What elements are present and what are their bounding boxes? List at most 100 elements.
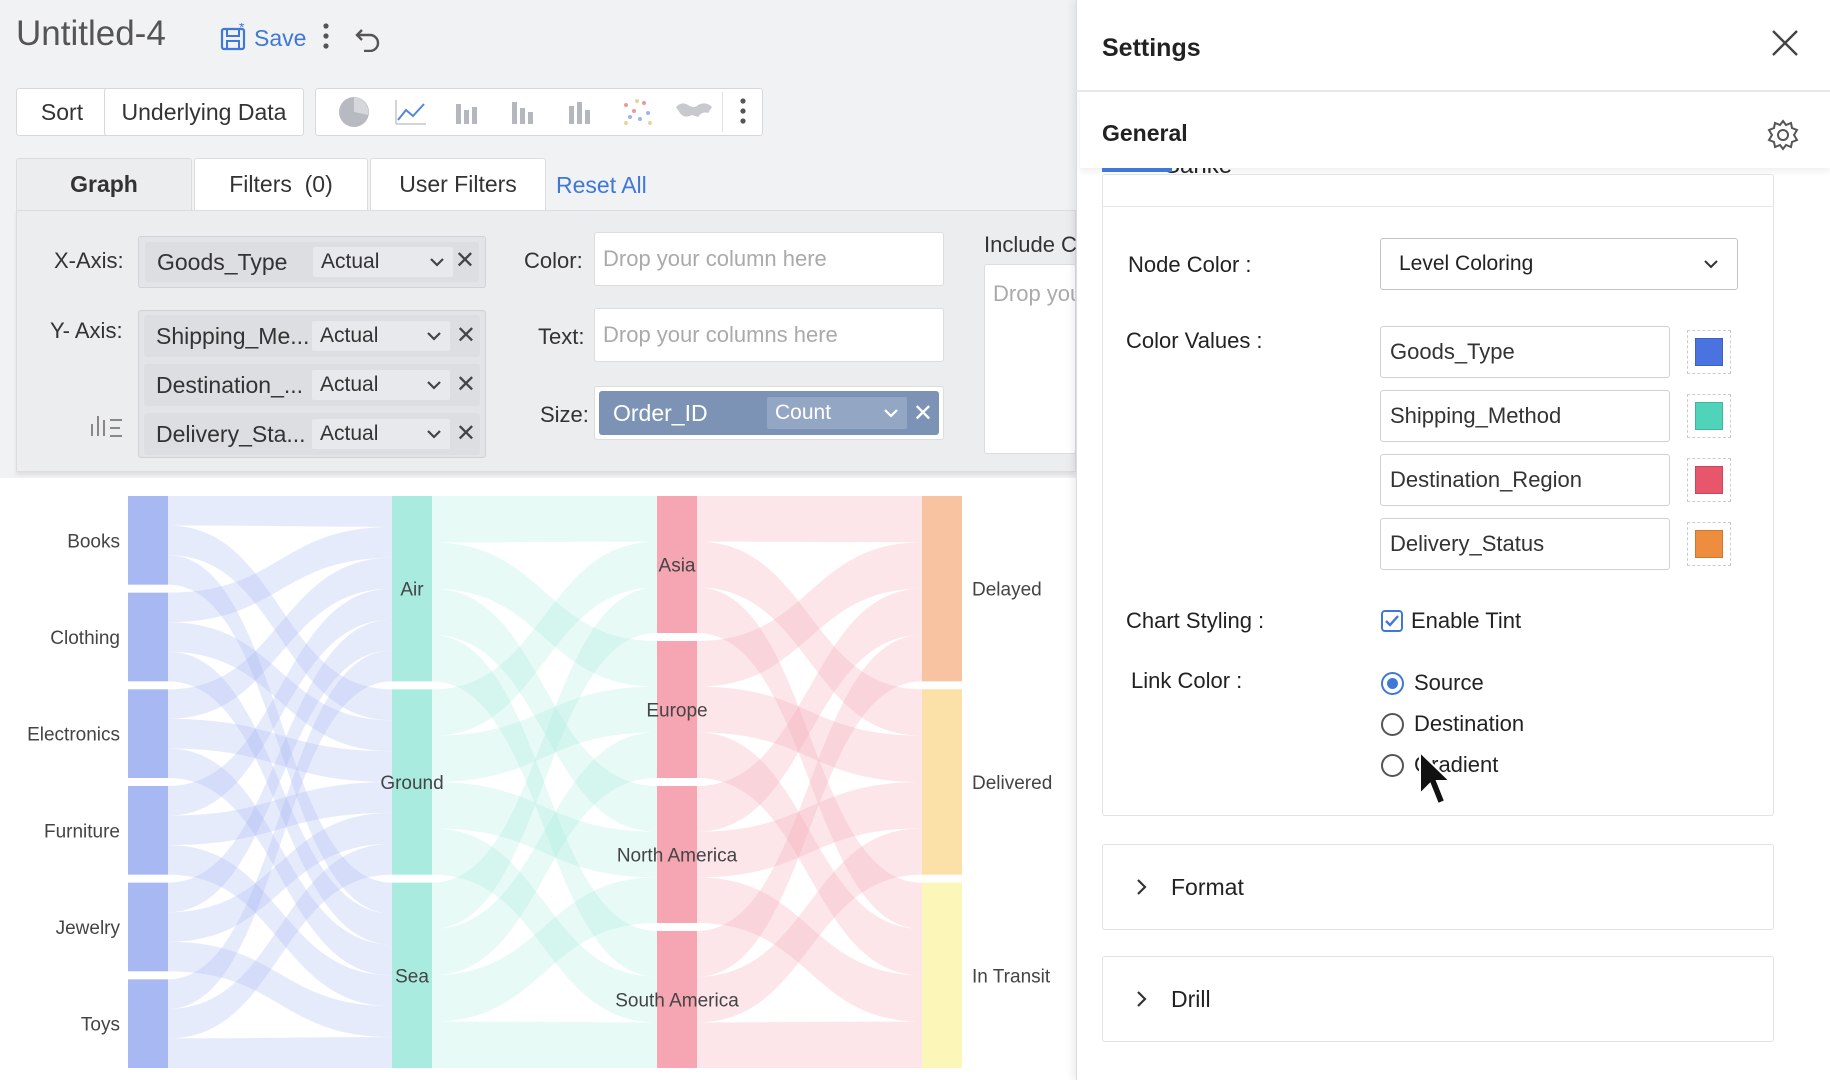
color-swatch[interactable] xyxy=(1687,330,1731,374)
line-chart-icon[interactable] xyxy=(383,92,440,132)
sankey-node[interactable] xyxy=(922,496,962,682)
tab-graph[interactable]: Graph xyxy=(16,158,192,210)
sankey-node-label: Books xyxy=(67,531,120,552)
report-title[interactable]: Untitled-4 xyxy=(16,14,166,54)
radio-selected-icon xyxy=(1381,671,1404,695)
color-value-field[interactable]: Delivery_Status xyxy=(1380,518,1670,570)
y-axis-pill[interactable]: Destination_... Actual ✕ xyxy=(144,364,480,406)
color-swatch[interactable] xyxy=(1687,458,1731,502)
general-title: General xyxy=(1102,120,1188,146)
mouse-cursor-icon xyxy=(1418,749,1453,815)
node-color-select[interactable]: Level Coloring xyxy=(1380,238,1738,290)
y-axis-pill[interactable]: Delivery_Sta... Actual ✕ xyxy=(144,413,480,455)
enable-tint-label: Enable Tint xyxy=(1411,608,1522,633)
y-axis-shelf[interactable]: Shipping_Me... Actual ✕ Destination_... … xyxy=(138,310,486,458)
sankey-node[interactable] xyxy=(128,979,168,1068)
text-label: Text: xyxy=(538,324,585,349)
size-shelf[interactable]: Order_ID Count ✕ xyxy=(594,386,944,440)
sankey-node-label: North America xyxy=(617,846,738,867)
radio-label: Destination xyxy=(1414,711,1525,736)
radio-icon xyxy=(1381,753,1404,777)
color-value-field[interactable]: Shipping_Method xyxy=(1380,390,1670,442)
sankey-node[interactable] xyxy=(922,882,962,1068)
pie-chart-icon[interactable] xyxy=(326,92,383,132)
sankey-node[interactable] xyxy=(128,882,168,972)
sankey-node[interactable] xyxy=(128,496,168,585)
column-chart-icon[interactable] xyxy=(496,92,553,132)
y-agg-select[interactable]: Actual xyxy=(312,419,450,449)
bar-chart-icon[interactable] xyxy=(439,92,496,132)
chevron-down-icon xyxy=(1704,260,1718,269)
tab-filters[interactable]: Filters (0) xyxy=(194,158,368,210)
text-drop-zone[interactable]: Drop your columns here xyxy=(594,308,944,362)
color-values-label: Color Values : xyxy=(1126,328,1263,353)
remove-size-field-icon[interactable]: ✕ xyxy=(913,399,933,428)
save-button[interactable]: * Save xyxy=(220,20,306,56)
chevron-down-icon xyxy=(884,409,898,418)
y-agg-select[interactable]: Actual xyxy=(312,370,450,400)
tab-user-filters[interactable]: User Filters xyxy=(370,158,546,210)
remove-y-field-icon[interactable]: ✕ xyxy=(456,419,476,448)
svg-text:*: * xyxy=(239,23,245,35)
drill-section[interactable]: Drill xyxy=(1102,956,1774,1042)
more-chart-types-icon[interactable] xyxy=(722,92,762,132)
reset-all-link[interactable]: Reset All xyxy=(556,172,647,199)
sankey-link xyxy=(168,496,392,527)
remove-y-field-icon[interactable]: ✕ xyxy=(456,370,476,399)
link-color-source-radio[interactable]: Source xyxy=(1381,670,1484,696)
map-chart-icon[interactable] xyxy=(666,92,723,132)
color-value-field[interactable]: Goods_Type xyxy=(1380,326,1670,378)
y-axis-pill[interactable]: Shipping_Me... Actual ✕ xyxy=(144,315,480,357)
size-pill[interactable]: Order_ID Count ✕ xyxy=(599,391,939,435)
x-axis-label: X-Axis: xyxy=(54,248,124,273)
undo-icon[interactable] xyxy=(354,24,382,57)
x-axis-agg-select[interactable]: Actual xyxy=(313,247,453,277)
sankey-link xyxy=(432,1021,657,1068)
chart-type-toolbar xyxy=(315,88,763,136)
sankey-node[interactable] xyxy=(128,786,168,875)
general-header[interactable]: General xyxy=(1080,92,1830,168)
sankey-node-label: Delayed xyxy=(972,580,1042,601)
sankey-node[interactable] xyxy=(128,689,168,778)
color-swatch[interactable] xyxy=(1687,522,1731,566)
sankey-node-label: Toys xyxy=(81,1015,120,1036)
sankey-node-label: Delivered xyxy=(972,773,1052,794)
enable-tint-checkbox[interactable]: Enable Tint xyxy=(1381,608,1521,634)
x-axis-field-name: Goods_Type xyxy=(157,248,288,275)
sankey-node[interactable] xyxy=(128,592,168,682)
color-swatch[interactable] xyxy=(1687,394,1731,438)
stacked-chart-icon[interactable] xyxy=(552,92,609,132)
y-agg-select[interactable]: Actual xyxy=(312,321,450,351)
sankey-node-label: South America xyxy=(615,991,739,1012)
x-axis-shelf[interactable]: Goods_Type Actual ✕ xyxy=(138,236,486,288)
format-section[interactable]: Format xyxy=(1102,844,1774,930)
include-drop-zone[interactable]: Drop you xyxy=(984,264,1076,454)
include-label: Include C xyxy=(984,232,1076,257)
remove-x-field-icon[interactable]: ✕ xyxy=(455,246,475,275)
color-value-field[interactable]: Destination_Region xyxy=(1380,454,1670,506)
sankey-link xyxy=(432,496,657,543)
link-color-destination-radio[interactable]: Destination xyxy=(1381,711,1524,737)
close-icon[interactable] xyxy=(1770,28,1800,63)
chevron-down-icon xyxy=(427,332,441,341)
checkbox-checked-icon xyxy=(1381,610,1403,632)
underlying-data-button[interactable]: Underlying Data xyxy=(104,88,304,136)
x-axis-pill[interactable]: Goods_Type Actual ✕ xyxy=(145,242,479,282)
remove-y-field-icon[interactable]: ✕ xyxy=(456,321,476,350)
save-label: Save xyxy=(254,24,307,51)
y-field-name: Destination_... xyxy=(156,371,304,398)
x-axis-agg-value: Actual xyxy=(321,250,380,273)
sort-button[interactable]: Sort xyxy=(16,88,108,136)
chevron-down-icon xyxy=(430,258,444,267)
sankey-node[interactable] xyxy=(922,689,962,875)
scatter-chart-icon[interactable] xyxy=(609,92,666,132)
color-drop-zone[interactable]: Drop your column here xyxy=(594,232,944,286)
more-options-icon[interactable] xyxy=(318,20,334,54)
sankey-node-label: Asia xyxy=(659,556,696,577)
size-agg-value: Count xyxy=(775,401,832,424)
gear-icon[interactable] xyxy=(1766,118,1800,152)
size-agg-select[interactable]: Count xyxy=(767,397,907,429)
sort-axis-icon[interactable] xyxy=(88,410,124,443)
radio-icon xyxy=(1381,712,1404,736)
y-agg-value: Actual xyxy=(320,373,379,396)
